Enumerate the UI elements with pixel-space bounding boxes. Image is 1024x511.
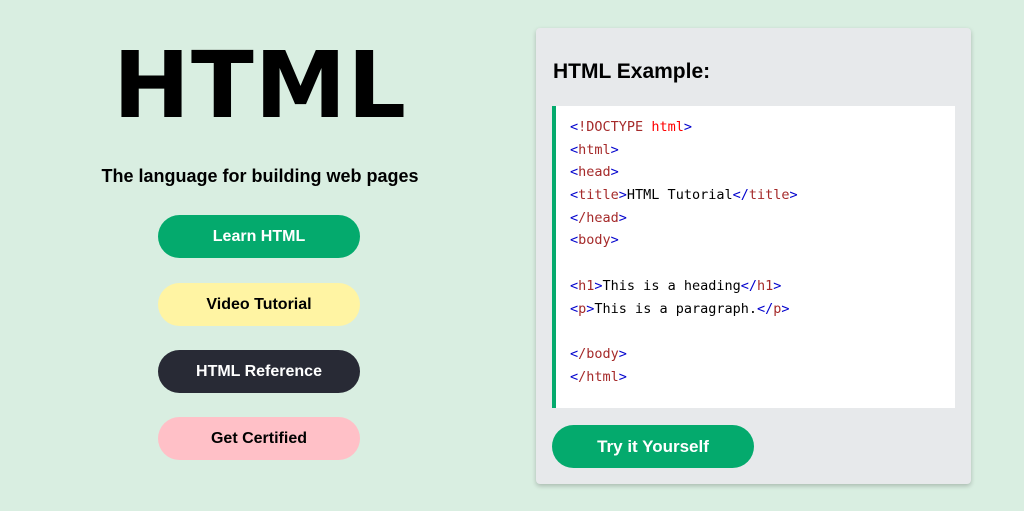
code-doctype: !DOCTYPE: [578, 119, 644, 135]
code-body-close: /body: [578, 345, 619, 362]
code-line-html-close: </html>: [570, 368, 627, 385]
hero-title: HTML: [113, 32, 407, 139]
learn-html-button[interactable]: Learn HTML: [158, 215, 360, 258]
code-line-doctype: <!DOCTYPE html>: [570, 119, 692, 135]
code-h1-close-tag: h1: [756, 277, 774, 294]
code-line-head-open: <head>: [570, 164, 619, 181]
example-title: HTML Example:: [553, 60, 711, 83]
code-line-blank-2: [570, 320, 955, 343]
code-head-open: head: [578, 164, 611, 181]
code-doctype-value: html: [651, 119, 684, 135]
try-it-yourself-button[interactable]: Try it Yourself: [552, 425, 754, 468]
code-html-close: /html: [578, 368, 619, 385]
page: HTML The language for building web pages…: [0, 0, 1024, 511]
code-line-p: <p>This is a paragraph.</p>: [570, 300, 790, 317]
code-line-body-close: </body>: [570, 345, 627, 362]
code-line-body-open: <body>: [570, 232, 619, 249]
code-html-open: html: [578, 141, 611, 158]
code-h1-tag: h1: [578, 277, 595, 294]
code-body-open: body: [578, 232, 611, 249]
code-title-text: HTML Tutorial: [626, 187, 733, 204]
code-head-close: /head: [578, 209, 619, 226]
hero-tagline: The language for building web pages: [101, 166, 419, 186]
code-title-tag: title: [578, 187, 619, 204]
code-p-text: This is a paragraph.: [594, 300, 757, 317]
code-line-head-close: </head>: [570, 209, 627, 226]
code-h1-text: This is a heading: [602, 277, 741, 294]
code-line-html-open: <html>: [570, 141, 619, 158]
example-card: HTML Example: <!DOCTYPE html> <html> <he…: [536, 28, 971, 484]
code-example: <!DOCTYPE html> <html> <head> <title>HTM…: [552, 106, 955, 408]
video-tutorial-button[interactable]: Video Tutorial: [158, 283, 360, 326]
get-certified-button[interactable]: Get Certified: [158, 417, 360, 460]
code-line-title: <title>HTML Tutorial</title>: [570, 187, 798, 204]
code-title-close-tag: title: [748, 187, 790, 204]
html-reference-button[interactable]: HTML Reference: [158, 350, 360, 393]
code-line-h1: <h1>This is a heading</h1>: [570, 277, 782, 294]
